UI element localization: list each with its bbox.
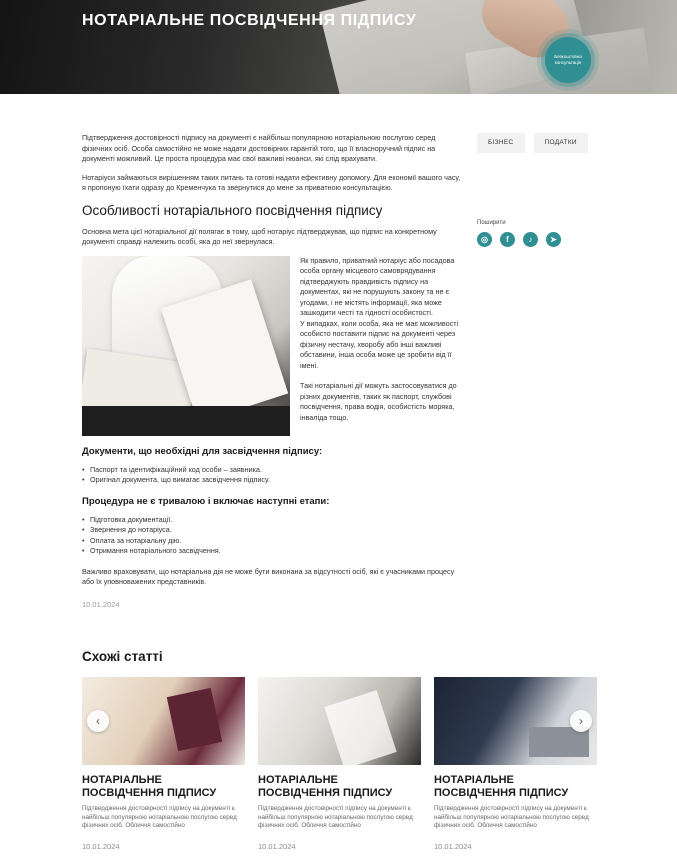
list-item: Звернення до нотаріуса.	[82, 525, 464, 536]
list-item: Оплата за нотаріальну дію.	[82, 536, 464, 547]
card-excerpt: Підтвердження достовірності підпису на д…	[82, 805, 237, 829]
image-table-shape	[82, 405, 290, 436]
page-title: НОТАРІАЛЬНЕ ПОСВІДЧЕННЯ ПІДПИСУ	[82, 12, 417, 29]
tiktok-icon[interactable]: ♪	[523, 232, 538, 247]
instagram-icon[interactable]: ◎	[477, 232, 492, 247]
social-share-bar: ◎ f ♪ ➤	[477, 232, 561, 247]
article-card[interactable]: НОТАРІАЛЬНЕ ПОСВІДЧЕННЯ ПІДПИСУ Підтверд…	[258, 677, 421, 851]
free-consultation-button[interactable]: Безкоштовна консультація	[545, 37, 591, 83]
related-articles-title: Схожі статті	[82, 649, 163, 664]
related-articles-carousel: НОТАРІАЛЬНЕ ПОСВІДЧЕННЯ ПІДПИСУ Підтверд…	[82, 677, 597, 851]
card-excerpt: Підтвердження достовірності підпису на д…	[258, 805, 413, 829]
facebook-icon[interactable]: f	[500, 232, 515, 247]
intro-paragraph-1: Підтвердження достовірності підпису на д…	[82, 133, 436, 163]
tag-taxes[interactable]: ПОДАТКИ	[533, 133, 588, 153]
share-label: Поширити	[477, 220, 506, 226]
hero-banner: НОТАРІАЛЬНЕ ПОСВІДЧЕННЯ ПІДПИСУ Безкошто…	[0, 0, 677, 94]
list-item: Оригінал документа, що вимагає засвідчен…	[82, 475, 464, 486]
telegram-icon[interactable]: ➤	[546, 232, 561, 247]
documents-heading: Документи, що необхідні для засвідчення …	[82, 445, 323, 457]
card-image	[258, 677, 421, 765]
article-body: Підтвердження достовірності підпису на д…	[82, 133, 464, 610]
steps-list: Підготовка документації. Звернення до но…	[82, 515, 464, 557]
media-text-2: У випадках, коли особа, яка не має можли…	[300, 318, 459, 370]
article-media-row: Як правило, приватний нотаріус або посад…	[82, 255, 464, 436]
list-item: Паспорт та ідентифікаційний код особи – …	[82, 465, 464, 476]
list-item: Отримання нотаріального засвідчення.	[82, 546, 464, 557]
media-paragraph-1: Як правило, приватний нотаріус або посад…	[300, 256, 464, 372]
card-title[interactable]: НОТАРІАЛЬНЕ ПОСВІДЧЕННЯ ПІДПИСУ	[258, 774, 421, 800]
card-date: 10.01.2024	[258, 842, 296, 851]
carousel-prev-button[interactable]: ‹	[87, 710, 109, 732]
carousel-next-button[interactable]: ›	[570, 710, 592, 732]
intro-paragraph-2: Нотаріуси займаються вирішенням таких пи…	[82, 172, 461, 193]
media-paragraph-3: Такі нотаріальні дії можуть застосовуват…	[300, 381, 457, 422]
article-date: 10.01.2024	[82, 599, 120, 609]
image-document-shape	[324, 690, 397, 765]
card-title[interactable]: НОТАРІАЛЬНЕ ПОСВІДЧЕННЯ ПІДПИСУ	[434, 774, 597, 800]
image-passport-shape	[166, 687, 223, 752]
tag-business[interactable]: БІЗНЕС	[477, 133, 525, 153]
card-date: 10.01.2024	[82, 842, 120, 851]
section-title: Особливості нотаріального посвідчення пі…	[82, 202, 383, 218]
card-excerpt: Підтвердження достовірності підпису на д…	[434, 805, 589, 829]
section-intro: Основна мета цієї нотаріальної дії поляг…	[82, 226, 437, 247]
closing-paragraph: Важливо враховувати, що нотаріальна дія …	[82, 566, 455, 587]
article-image	[82, 255, 290, 436]
steps-heading: Процедура не є тривалою і включає наступ…	[82, 495, 330, 507]
tag-list: БІЗНЕС ПОДАТКИ	[477, 133, 588, 153]
media-text-1: Як правило, приватний нотаріус або посад…	[300, 255, 455, 318]
article-card[interactable]: НОТАРІАЛЬНЕ ПОСВІДЧЕННЯ ПІДПИСУ Підтверд…	[434, 677, 597, 851]
article-card[interactable]: НОТАРІАЛЬНЕ ПОСВІДЧЕННЯ ПІДПИСУ Підтверд…	[82, 677, 245, 851]
media-text: Як правило, приватний нотаріус або посад…	[300, 256, 464, 436]
card-date: 10.01.2024	[434, 842, 472, 851]
list-item: Підготовка документації.	[82, 515, 464, 526]
documents-list: Паспорт та ідентифікаційний код особи – …	[82, 465, 464, 486]
card-title[interactable]: НОТАРІАЛЬНЕ ПОСВІДЧЕННЯ ПІДПИСУ	[82, 774, 245, 800]
